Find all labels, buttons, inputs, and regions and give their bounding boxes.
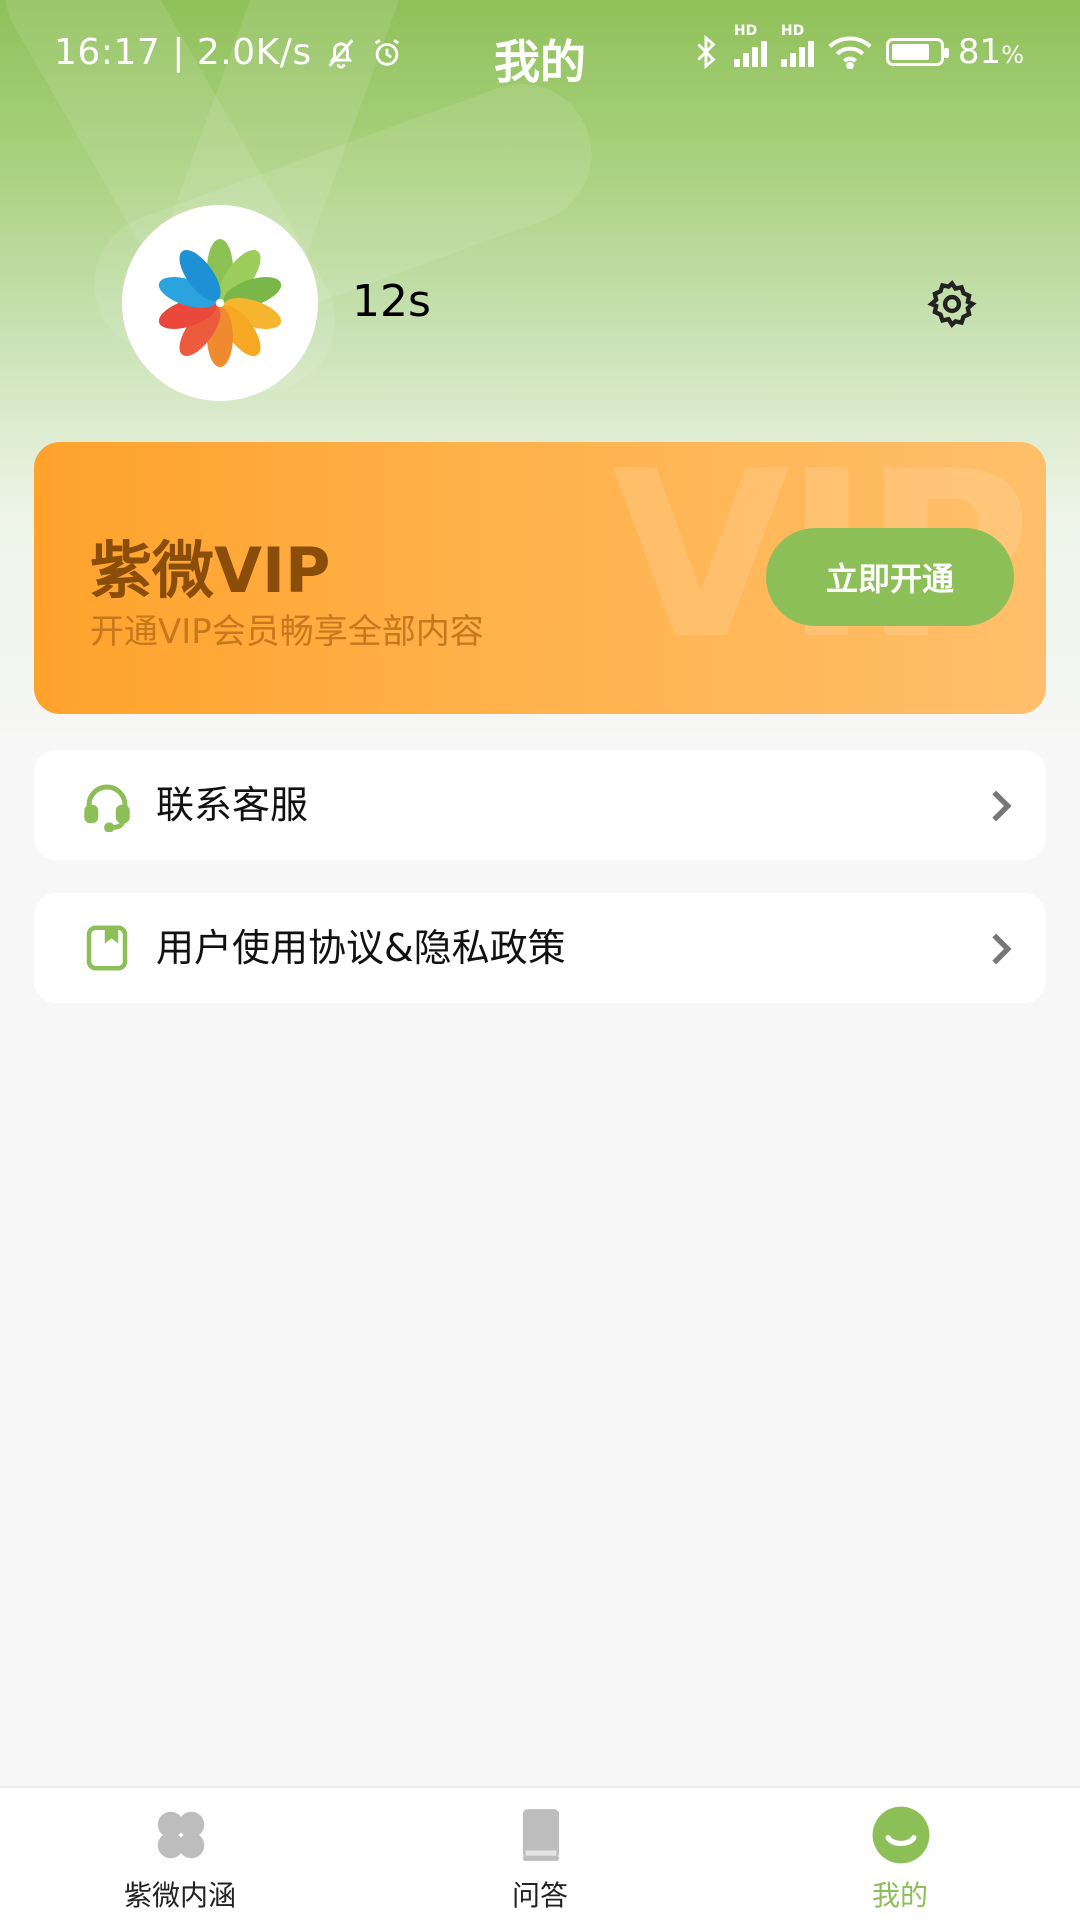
bottom-tab-bar: 紫微内涵 问答 我的 xyxy=(0,1786,1080,1922)
menu-item-user-agreement[interactable]: 用户使用协议&隐私政策 xyxy=(34,893,1046,1003)
signal-2: HD xyxy=(780,23,814,67)
username: 12s xyxy=(352,276,431,327)
bluetooth-icon xyxy=(697,34,716,70)
smile-icon xyxy=(872,1806,930,1864)
menu-item-contact-support[interactable]: 联系客服 xyxy=(34,750,1046,860)
battery-icon xyxy=(885,38,949,66)
vip-subtitle: 开通VIP会员畅享全部内容 xyxy=(90,612,484,652)
signal-bars-icon xyxy=(780,37,814,67)
avatar[interactable] xyxy=(122,205,318,401)
wifi-icon xyxy=(828,36,872,69)
tab-label: 问答 xyxy=(511,1879,568,1912)
status-bar: 16:17 | 2.0K/s 我的 HD HD 81% xyxy=(0,0,1080,120)
menu-item-label: 联系客服 xyxy=(156,783,309,827)
flower-logo-icon xyxy=(158,239,282,367)
battery-percent-unit: % xyxy=(1001,41,1024,69)
vip-title: 紫微VIP xyxy=(90,534,331,607)
tab-ziwei-neihan[interactable]: 紫微内涵 xyxy=(50,1788,310,1922)
book-icon xyxy=(522,1809,560,1861)
signal-1: HD xyxy=(733,23,767,67)
battery-level xyxy=(891,44,929,60)
tab-mine[interactable]: 我的 xyxy=(770,1788,1030,1922)
tab-label: 我的 xyxy=(871,1879,928,1912)
chevron-right-icon xyxy=(992,933,1012,965)
activate-vip-button[interactable]: 立即开通 xyxy=(766,528,1014,626)
tab-qa[interactable]: 问答 xyxy=(410,1788,670,1922)
battery-percent-value: 81 xyxy=(957,32,1002,72)
signal-1-label: HD xyxy=(733,23,758,39)
gear-icon[interactable] xyxy=(926,278,978,330)
tab-label: 紫微内涵 xyxy=(123,1879,236,1912)
menu-item-label: 用户使用协议&隐私政策 xyxy=(156,926,566,970)
clover-icon xyxy=(157,1811,205,1859)
signal-bars-icon xyxy=(733,37,767,67)
status-right: HD HD 81% xyxy=(694,23,1024,72)
headset-icon xyxy=(84,784,130,832)
battery-percent: 81% xyxy=(958,32,1024,72)
chevron-right-icon xyxy=(992,790,1012,822)
vip-card: VIP 紫微VIP 开通VIP会员畅享全部内容 立即开通 xyxy=(34,442,1046,714)
signal-2-label: HD xyxy=(780,23,805,39)
document-icon xyxy=(86,925,128,971)
